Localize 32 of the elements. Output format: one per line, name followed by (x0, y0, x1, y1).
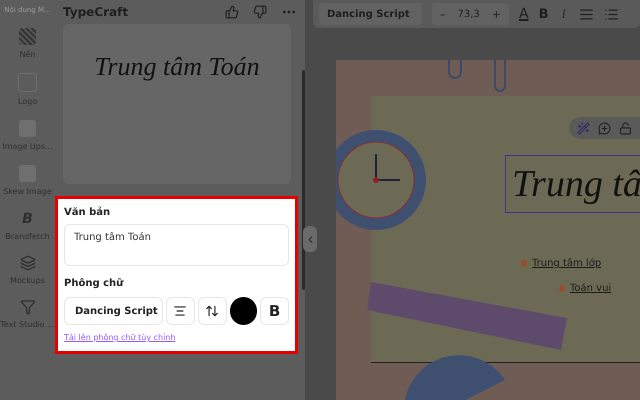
thumbs-up-icon[interactable] (225, 5, 239, 19)
panel-title: TypeCraft (63, 5, 130, 19)
collapse-button[interactable] (303, 226, 317, 252)
bold-button[interactable]: B (260, 297, 289, 325)
bullet-text: Toán vui (570, 283, 612, 294)
magic-wand-icon[interactable] (577, 122, 590, 134)
text-color-button[interactable]: A (518, 6, 529, 22)
upload-font-link[interactable]: Tải lên phông chữ tùy chỉnh (64, 331, 184, 345)
align-icon[interactable] (578, 6, 594, 22)
unlock-icon[interactable] (619, 122, 632, 134)
text-label: Văn bản (64, 207, 112, 218)
comment-icon[interactable] (598, 122, 611, 134)
pattern-icon (19, 28, 36, 45)
line-spacing-icon (205, 304, 220, 318)
list-icon[interactable] (604, 6, 619, 22)
line-spacing-button[interactable] (198, 297, 227, 325)
bullet-text: Trung tâm lớp (532, 258, 602, 269)
increase-button[interactable]: + (492, 8, 501, 20)
layers-icon (20, 255, 36, 271)
color-swatch[interactable] (230, 297, 258, 325)
font-select[interactable]: Dancing Script (319, 3, 422, 25)
bold-button[interactable]: B (538, 6, 548, 22)
decrease-button[interactable]: – (440, 8, 446, 20)
funnel-icon (20, 299, 36, 315)
align-center-icon (173, 304, 188, 318)
preview-text: Trung tâm Toán (94, 52, 260, 83)
thumbs-down-icon[interactable] (253, 5, 267, 19)
font-size-value: 73,3 (458, 8, 480, 20)
align-center-button[interactable] (166, 297, 195, 325)
font-label: Phông chữ (64, 278, 124, 289)
text-input-field[interactable]: Trung tâm Toán (64, 224, 289, 266)
font-select[interactable]: Dancing Script (64, 297, 164, 325)
